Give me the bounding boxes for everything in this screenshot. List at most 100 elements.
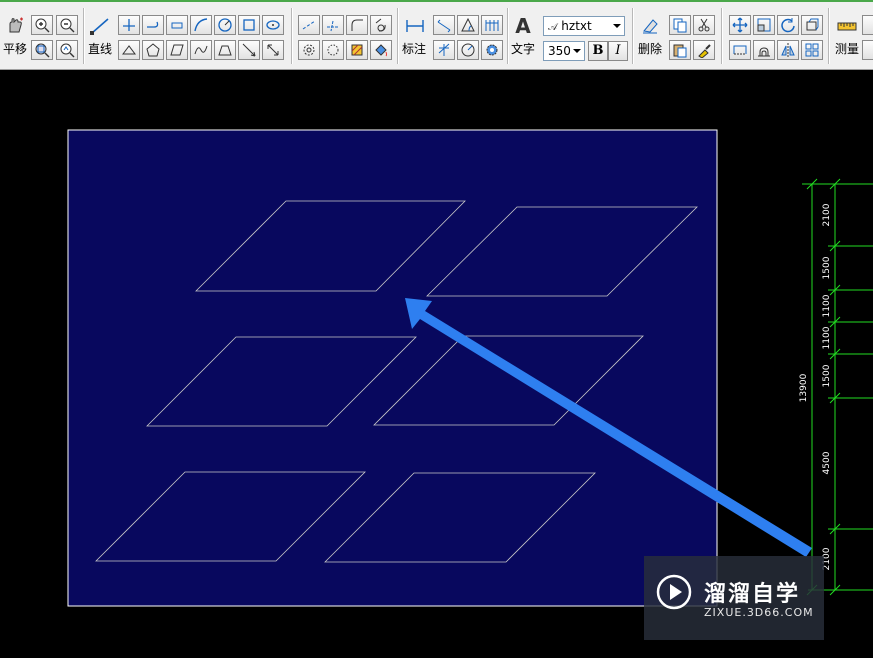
fill-button[interactable] — [370, 40, 392, 60]
mirror-icon — [781, 43, 795, 57]
polyline-icon — [123, 19, 135, 31]
chevron-down-icon — [573, 49, 581, 53]
parallelogram-button[interactable] — [166, 40, 188, 60]
gear-icon — [303, 44, 315, 56]
trapezoid-icon — [218, 45, 232, 56]
zoom-in-button[interactable] — [31, 15, 53, 35]
extend-button[interactable] — [322, 15, 344, 35]
measure-label[interactable]: 测量 — [835, 42, 859, 56]
aligned-dimension-icon — [437, 19, 451, 33]
scale-icon — [757, 18, 771, 32]
watermark-url: ZIXUE.3D66.COM — [704, 606, 814, 619]
double-line-button[interactable] — [166, 15, 188, 35]
match-properties-button[interactable] — [693, 40, 715, 60]
cut-button[interactable] — [693, 15, 715, 35]
trim-button[interactable] — [298, 15, 320, 35]
rotate-button[interactable] — [777, 15, 799, 35]
ordinate-dimension-button[interactable] — [433, 40, 455, 60]
text-label[interactable]: 文字 — [511, 42, 535, 56]
ellipse-button[interactable] — [262, 15, 284, 35]
more-button[interactable] — [862, 40, 873, 60]
bold-button[interactable]: B — [588, 41, 608, 61]
line-label[interactable]: 直线 — [88, 42, 112, 56]
chamfer-button[interactable] — [370, 15, 392, 35]
separator — [83, 8, 85, 64]
angular-dimension-button[interactable] — [457, 15, 479, 35]
dimension-text: 1100 — [822, 326, 832, 349]
paste-icon — [673, 44, 687, 58]
offset-icon — [806, 18, 819, 31]
radius-dimension-icon — [461, 43, 475, 57]
dimension-style-button[interactable] — [481, 40, 503, 60]
paste-button[interactable] — [669, 40, 691, 60]
explode-button[interactable] — [801, 40, 823, 60]
hatch-button[interactable] — [346, 40, 368, 60]
copy-icon — [673, 18, 687, 33]
zoom-in-icon — [35, 18, 50, 33]
italic-button[interactable]: I — [608, 41, 628, 61]
ray-button[interactable] — [238, 40, 260, 60]
hatch-icon — [351, 44, 363, 56]
angular-dimension-icon — [461, 17, 475, 32]
spline-icon — [194, 45, 208, 55]
line-icon[interactable] — [89, 16, 111, 36]
move-icon — [732, 17, 748, 33]
ray-icon — [242, 43, 256, 57]
fillet-button[interactable] — [346, 15, 368, 35]
pentagon-icon — [146, 43, 160, 57]
dimension-icon[interactable] — [404, 16, 426, 36]
polyline-button[interactable] — [118, 15, 140, 35]
gear-button[interactable] — [298, 40, 320, 60]
dimension-label[interactable]: 标注 — [402, 42, 426, 56]
copy-button[interactable] — [669, 15, 691, 35]
cloud-button[interactable] — [322, 40, 344, 60]
triangle-icon — [122, 45, 136, 55]
font-select[interactable]: 𝒜 hztxt — [543, 16, 625, 36]
eraser-icon[interactable] — [639, 16, 661, 36]
triangle-button[interactable] — [118, 40, 140, 60]
trapezoid-button[interactable] — [214, 40, 236, 60]
circle-icon — [218, 18, 232, 32]
circle-button[interactable] — [214, 15, 236, 35]
spline-button[interactable] — [190, 40, 212, 60]
arc-icon — [194, 18, 208, 32]
polygon-button[interactable] — [142, 40, 164, 60]
chamfer-icon — [375, 18, 386, 32]
rotate-icon — [781, 18, 795, 33]
separator — [632, 8, 634, 64]
move-button[interactable] — [729, 15, 751, 35]
font-size-select[interactable]: 350 — [543, 41, 585, 61]
zoom-window-button[interactable] — [31, 40, 53, 60]
zoom-out-button[interactable] — [56, 15, 78, 35]
pan-label[interactable]: 平移 — [3, 42, 27, 56]
font-type-icon: 𝒜 — [548, 22, 558, 33]
offset-button[interactable] — [801, 15, 823, 35]
arc-line-button[interactable] — [142, 15, 164, 35]
more-button[interactable] — [862, 15, 873, 35]
toolbar: 平移 直线 标注 A 文字 𝒜 hztxt 350 B I 删除 测量 — [0, 0, 873, 70]
rectangle-button[interactable] — [238, 15, 260, 35]
zoom-previous-icon — [60, 43, 75, 58]
scale-button[interactable] — [753, 15, 775, 35]
mirror-button[interactable] — [777, 40, 799, 60]
pan-icon[interactable] — [4, 16, 26, 36]
aligned-dimension-button[interactable] — [433, 15, 455, 35]
separator — [828, 8, 830, 64]
stretch-icon — [733, 45, 747, 55]
arc-button[interactable] — [190, 15, 212, 35]
ruler-icon[interactable] — [836, 16, 858, 36]
stretch-button[interactable] — [729, 40, 751, 60]
text-a-icon[interactable]: A — [512, 16, 534, 36]
scissors-icon — [698, 18, 710, 32]
cloud-icon — [327, 44, 339, 56]
dimension-text: 1500 — [822, 256, 832, 279]
array-button[interactable] — [753, 40, 775, 60]
radius-dimension-button[interactable] — [457, 40, 479, 60]
zoom-previous-button[interactable] — [56, 40, 78, 60]
trim-icon — [302, 20, 316, 30]
play-logo-icon — [656, 574, 692, 610]
xline-button[interactable] — [262, 40, 284, 60]
delete-label[interactable]: 删除 — [638, 42, 662, 56]
grid-icon — [805, 43, 819, 57]
continuous-dimension-button[interactable] — [481, 15, 503, 35]
